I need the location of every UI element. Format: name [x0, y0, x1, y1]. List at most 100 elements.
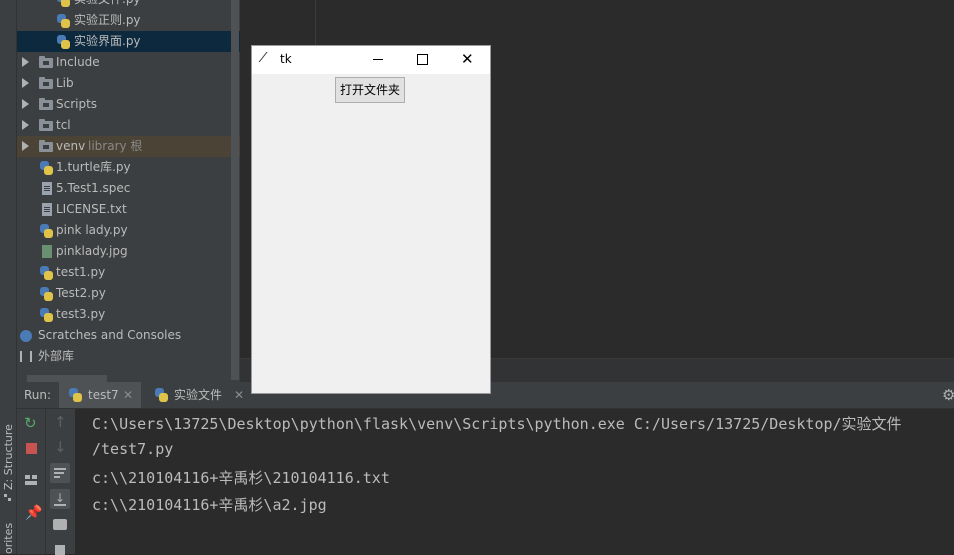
tree-item-label: venv [56, 139, 86, 153]
python-file-icon [57, 14, 70, 28]
soft-wrap-icon[interactable] [50, 463, 70, 483]
close-icon[interactable]: ✕ [234, 382, 244, 408]
tree-item[interactable]: Test2.py [17, 283, 240, 304]
structure-tab[interactable]: Z: Structure [2, 424, 15, 490]
tree-item[interactable]: venv library 根 [17, 136, 240, 157]
tree-item-label: Lib [56, 76, 74, 90]
tree-item[interactable]: Scripts [17, 94, 240, 115]
tk-window-title: tk [280, 52, 292, 66]
folder-icon [39, 98, 53, 110]
chevron-right-icon[interactable] [22, 57, 29, 67]
tree-item[interactable]: 实验界面.py [17, 31, 240, 52]
gear-icon[interactable]: ⚙ [942, 386, 954, 404]
tree-item-label: Test2.py [56, 286, 106, 300]
scroll-to-end-icon[interactable]: ↓ [50, 489, 70, 509]
run-tab-label: test7 [88, 388, 119, 402]
print-icon[interactable] [53, 519, 67, 530]
tree-item-label: pinklady.jpg [56, 244, 128, 258]
stop-icon[interactable] [26, 443, 37, 454]
folder-icon [39, 140, 53, 152]
run-tab-test7[interactable]: test7 ✕ [59, 382, 141, 408]
tree-item[interactable]: tcl [17, 115, 240, 136]
tree-item-label: test3.py [56, 307, 106, 321]
minimize-icon[interactable] [373, 59, 383, 60]
tree-item-label: 实验文件.py [74, 0, 141, 10]
tree-item[interactable]: test3.py [17, 304, 240, 325]
python-file-icon [40, 287, 53, 301]
tree-item[interactable]: Lib [17, 73, 240, 94]
text-file-icon [42, 203, 52, 216]
tree-item-label: pink lady.py [56, 223, 128, 237]
python-icon [155, 388, 168, 402]
image-file-icon [42, 245, 52, 258]
favorites-tab[interactable]: orites [2, 523, 15, 554]
run-tab-shiyan[interactable]: 实验文件 ✕ [145, 382, 255, 408]
tree-item-label: 外部库 [38, 349, 75, 363]
chevron-right-icon[interactable] [22, 99, 29, 109]
tree-item-label: Scratches and Consoles [38, 328, 182, 342]
close-icon[interactable]: ✕ [123, 382, 133, 408]
python-file-icon [57, 0, 70, 7]
feather-icon: ⁄ [262, 51, 265, 66]
tree-hscrollbar[interactable] [27, 375, 107, 382]
tree-item[interactable]: 实验正则.py [17, 10, 240, 31]
python-file-icon [40, 161, 53, 175]
console-line: c:\\210104116+辛禹杉\210104116.txt [92, 469, 390, 487]
toolbar-divider [45, 409, 46, 554]
structure-icon [4, 494, 12, 502]
maximize-icon[interactable] [417, 54, 428, 65]
tree-item-label: LICENSE.txt [56, 202, 127, 216]
tree-item-label: Scripts [56, 97, 98, 111]
scratches-icon [20, 330, 32, 342]
tree-scrollbar[interactable] [231, 0, 239, 380]
tk-titlebar[interactable]: ⁄ tk ✕ [252, 46, 490, 74]
run-label: Run: [24, 388, 52, 402]
close-icon[interactable]: ✕ [461, 50, 474, 68]
editor-gutter-divider [315, 0, 316, 46]
console-line: /test7.py [92, 440, 174, 458]
python-icon [69, 388, 82, 402]
open-folder-button[interactable]: 打开文件夹 [335, 77, 405, 103]
pin-icon[interactable]: 📌 [25, 505, 42, 521]
tree-item-label: 5.Test1.spec [56, 181, 131, 195]
tree-item[interactable]: pink lady.py [17, 220, 240, 241]
run-toolbar: ↻ 📌 ↑ ↓ ↓ [17, 409, 75, 555]
tree-item-label: 实验界面.py [74, 34, 141, 48]
tree-item[interactable]: 1.turtle库.py [17, 157, 240, 178]
python-file-icon [40, 224, 53, 238]
run-tab-label: 实验文件 [174, 388, 223, 402]
folder-icon [39, 77, 53, 89]
tree-item[interactable]: Scratches and Consoles [17, 325, 240, 346]
folder-icon [39, 119, 53, 131]
tree-item-label: test1.py [56, 265, 106, 279]
chevron-right-icon[interactable] [22, 141, 29, 151]
tree-item[interactable]: Include [17, 52, 240, 73]
tree-item-label: 实验正则.py [74, 13, 141, 27]
up-arrow-icon[interactable]: ↑ [54, 413, 67, 431]
tree-item[interactable]: test1.py [17, 262, 240, 283]
console-line: c:\\210104116+辛禹杉\a2.jpg [92, 496, 327, 514]
text-file-icon [42, 182, 52, 195]
chevron-right-icon[interactable] [22, 120, 29, 130]
down-arrow-icon[interactable]: ↓ [54, 438, 67, 456]
tree-item-label: tcl [56, 118, 71, 132]
tree-item[interactable]: 实验文件.py [17, 0, 240, 10]
folder-icon [39, 56, 53, 68]
tk-window: ⁄ tk ✕ 打开文件夹 [251, 45, 491, 394]
tree-item-label: Include [56, 55, 100, 69]
console-output[interactable]: C:\Users\13725\Desktop\python\flask\venv… [76, 409, 954, 554]
rerun-icon[interactable]: ↻ [24, 415, 40, 431]
tree-item-label: 1.turtle库.py [56, 160, 131, 174]
library-icon [20, 351, 32, 362]
python-file-icon [40, 266, 53, 280]
layout-icon[interactable] [25, 475, 37, 485]
python-file-icon [40, 308, 53, 322]
tree-item[interactable]: 外部库 [17, 346, 240, 367]
tree-item-suffix: library 根 [88, 139, 143, 153]
left-tool-strip: Z: Structure orites [0, 0, 17, 554]
tree-item[interactable]: 5.Test1.spec [17, 178, 240, 199]
tree-item[interactable]: pinklady.jpg [17, 241, 240, 262]
python-file-icon [57, 35, 70, 49]
chevron-right-icon[interactable] [22, 78, 29, 88]
tree-item[interactable]: LICENSE.txt [17, 199, 240, 220]
